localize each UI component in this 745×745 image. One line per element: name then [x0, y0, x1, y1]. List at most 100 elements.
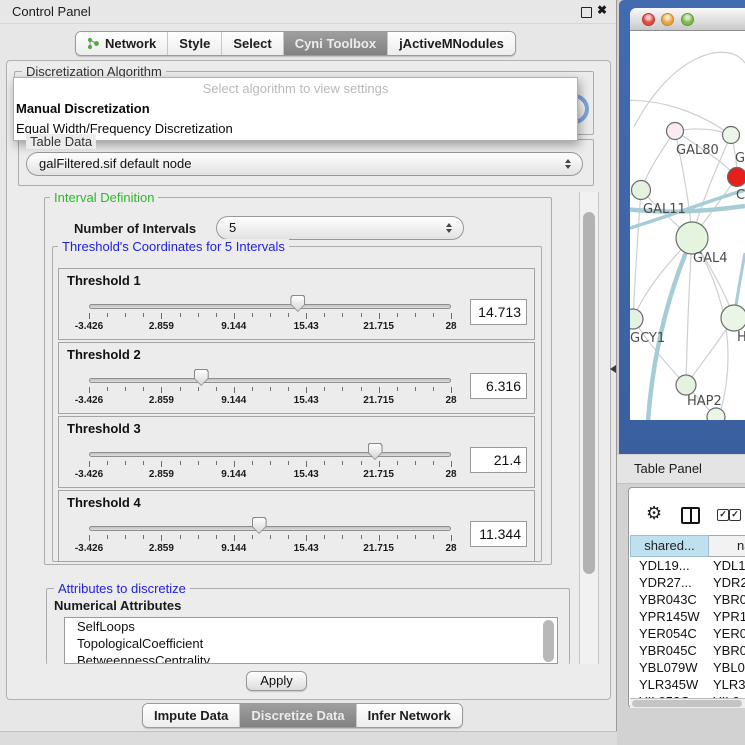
- zoom-traffic-light[interactable]: [681, 13, 694, 26]
- float-window-icon[interactable]: [581, 7, 592, 18]
- list-item-betweennesscentrality[interactable]: BetweennessCentrality: [65, 652, 557, 664]
- numerical-attributes-list[interactable]: SelfLoopsTopologicalCoefficientBetweenne…: [64, 617, 558, 664]
- checkbox-checked-icon[interactable]: ✓: [717, 509, 729, 521]
- tab-infer-network[interactable]: Infer Network: [356, 704, 462, 727]
- table-row[interactable]: YDL19...YDL1: [630, 557, 745, 574]
- gear-icon[interactable]: ⚙: [646, 504, 662, 522]
- dropdown-item-manual-discretization[interactable]: Manual Discretization: [14, 99, 577, 119]
- network-node[interactable]: [723, 127, 740, 144]
- tick-label: 28: [445, 395, 456, 406]
- tick-label: 21.715: [363, 395, 394, 406]
- table-cell: YDL19...: [639, 557, 690, 574]
- tick-label: 9.144: [221, 469, 246, 480]
- threshold-value-field[interactable]: 11.344: [470, 521, 527, 547]
- slider-track[interactable]: [89, 378, 451, 383]
- table-data-combobox-value: galFiltered.sif default node: [39, 156, 191, 171]
- minimize-traffic-light[interactable]: [661, 13, 674, 26]
- slider-track[interactable]: [89, 304, 451, 309]
- network-node[interactable]: [632, 181, 651, 200]
- checkbox-checked-icon[interactable]: ✓: [729, 509, 741, 521]
- table-row[interactable]: YER054CYER0: [630, 625, 745, 642]
- table-row[interactable]: YPR145W YPR1: [630, 608, 745, 625]
- network-node[interactable]: [728, 168, 745, 187]
- slider-thumb[interactable]: [194, 369, 209, 386]
- column-header-shared[interactable]: shared...: [630, 535, 709, 557]
- slider-tick: [216, 535, 217, 539]
- slider-tick: [252, 461, 253, 465]
- tab-select[interactable]: Select: [221, 32, 282, 55]
- close-traffic-light[interactable]: [642, 13, 655, 26]
- attributes-group-label: Attributes to discretize: [54, 581, 190, 596]
- table-row[interactable]: YLR345WYLR3: [630, 676, 745, 693]
- table-row[interactable]: YBR043CYBR0: [630, 591, 745, 608]
- threshold-value-field[interactable]: 14.713: [470, 299, 527, 325]
- slider-thumb[interactable]: [290, 295, 305, 312]
- slider-tick: [397, 313, 398, 317]
- network-node[interactable]: [676, 222, 708, 254]
- table-cell: YPR145W: [639, 608, 700, 625]
- network-window[interactable]: GAL80GAGAL11CYGAL4GCY1HAHAP2: [619, 0, 745, 454]
- slider-thumb[interactable]: [252, 517, 267, 534]
- settings-scrollbar[interactable]: [579, 192, 599, 664]
- number-of-intervals-value: 5: [229, 220, 236, 235]
- apply-button[interactable]: Apply: [246, 671, 307, 691]
- slider-thumb[interactable]: [368, 443, 383, 460]
- network-node[interactable]: [707, 408, 725, 420]
- tick-label: 15.43: [294, 469, 319, 480]
- tab-network[interactable]: Network: [76, 32, 167, 55]
- node-label: HAP2: [687, 394, 722, 409]
- table-row[interactable]: YBR045CYBR0: [630, 642, 745, 659]
- tab-style[interactable]: Style: [167, 32, 221, 55]
- network-view[interactable]: GAL80GAGAL11CYGAL4GCY1HAHAP2: [630, 31, 745, 420]
- interval-definition-group-label: Interval Definition: [50, 190, 158, 205]
- threshold-value-field[interactable]: 6.316: [470, 373, 527, 399]
- split-column-icon[interactable]: [681, 507, 700, 524]
- slider-tick: [125, 313, 126, 317]
- dropdown-placeholder: Select algorithm to view settings: [14, 78, 577, 99]
- slider-tick: [89, 387, 90, 393]
- slider-tick: [252, 535, 253, 539]
- slider-track[interactable]: [89, 452, 451, 457]
- node-label: GAL80: [676, 143, 719, 158]
- tab-cyni-toolbox[interactable]: Cyni Toolbox: [283, 32, 387, 55]
- table-row[interactable]: YBL079WYBL0: [630, 659, 745, 676]
- tick-label: 2.859: [149, 543, 174, 554]
- network-node[interactable]: [721, 305, 745, 331]
- table-data-combobox[interactable]: galFiltered.sif default node: [26, 152, 583, 176]
- list-scrollbar-thumb[interactable]: [543, 620, 554, 662]
- tab-discretize-data[interactable]: Discretize Data: [239, 704, 355, 727]
- slider-tick: [89, 313, 90, 319]
- slider-tick: [415, 387, 416, 391]
- table-cell: YPR1: [713, 608, 745, 625]
- slider-tick: [107, 313, 108, 317]
- tick-label: 21.715: [363, 321, 394, 332]
- table-horizontal-scrollbar[interactable]: [630, 698, 745, 708]
- window-bottom-strip: [0, 731, 617, 745]
- close-icon[interactable]: ✖: [597, 3, 607, 17]
- threshold-value-field[interactable]: 21.4: [470, 447, 527, 473]
- tab-impute-data[interactable]: Impute Data: [143, 704, 239, 727]
- slider-track[interactable]: [89, 526, 451, 531]
- tab-label: jActiveMNodules: [399, 36, 504, 51]
- scrollbar-thumb[interactable]: [632, 700, 742, 707]
- slider-tick: [143, 387, 144, 391]
- dropdown-item-equal-width-frequency-discretization[interactable]: Equal Width/Frequency Discretization: [14, 119, 577, 139]
- list-item-topologicalcoefficient[interactable]: TopologicalCoefficient: [65, 635, 557, 652]
- number-of-intervals-combobox[interactable]: 5: [216, 216, 464, 240]
- tab-label: Infer Network: [368, 708, 451, 723]
- network-node[interactable]: [667, 123, 684, 140]
- scrollbar-thumb[interactable]: [583, 212, 595, 574]
- slider-tick: [107, 461, 108, 465]
- slider-tick: [180, 387, 181, 391]
- slider-tick: [234, 387, 235, 393]
- table-row[interactable]: YDR27...YDR2: [630, 574, 745, 591]
- network-node[interactable]: [630, 309, 643, 329]
- table-cell: YBR043C: [639, 591, 697, 608]
- list-item-selfloops[interactable]: SelfLoops: [65, 618, 557, 635]
- network-node[interactable]: [676, 375, 696, 395]
- slider-tick: [379, 313, 380, 319]
- column-header-name[interactable]: name: [709, 535, 745, 557]
- slider-tick: [234, 535, 235, 541]
- slider-tick: [198, 313, 199, 317]
- tab-jactivemnodules[interactable]: jActiveMNodules: [387, 32, 515, 55]
